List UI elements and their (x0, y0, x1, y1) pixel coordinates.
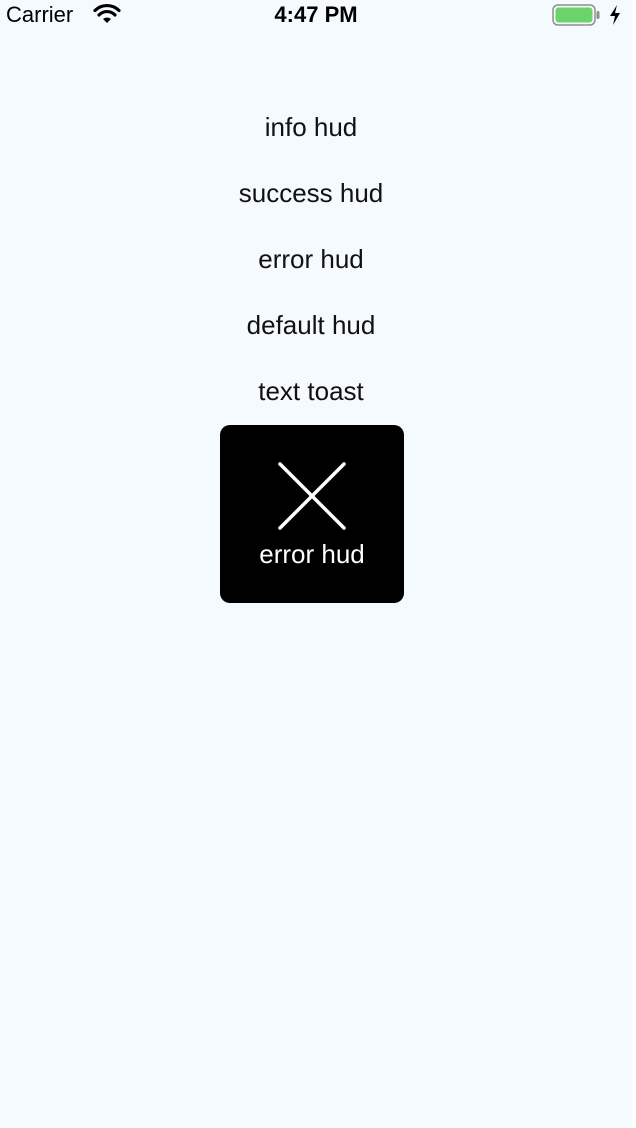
error-hud-overlay: error hud (220, 425, 404, 603)
error-hud-button[interactable]: error hud (0, 243, 622, 275)
charging-bolt-icon (610, 5, 620, 25)
default-hud-button[interactable]: default hud (0, 309, 622, 341)
text-toast-button[interactable]: text toast (0, 375, 622, 407)
hud-label: error hud (259, 539, 365, 569)
app-screen: Carrier 4:47 PM info hud success hud err… (0, 0, 632, 1128)
battery-icon (552, 4, 600, 26)
success-hud-button[interactable]: success hud (0, 177, 622, 209)
status-time: 4:47 PM (274, 2, 358, 27)
info-hud-button[interactable]: info hud (0, 111, 622, 143)
screen-edge (632, 0, 636, 1128)
status-bar: Carrier 4:47 PM (0, 0, 632, 30)
close-icon (278, 462, 346, 530)
